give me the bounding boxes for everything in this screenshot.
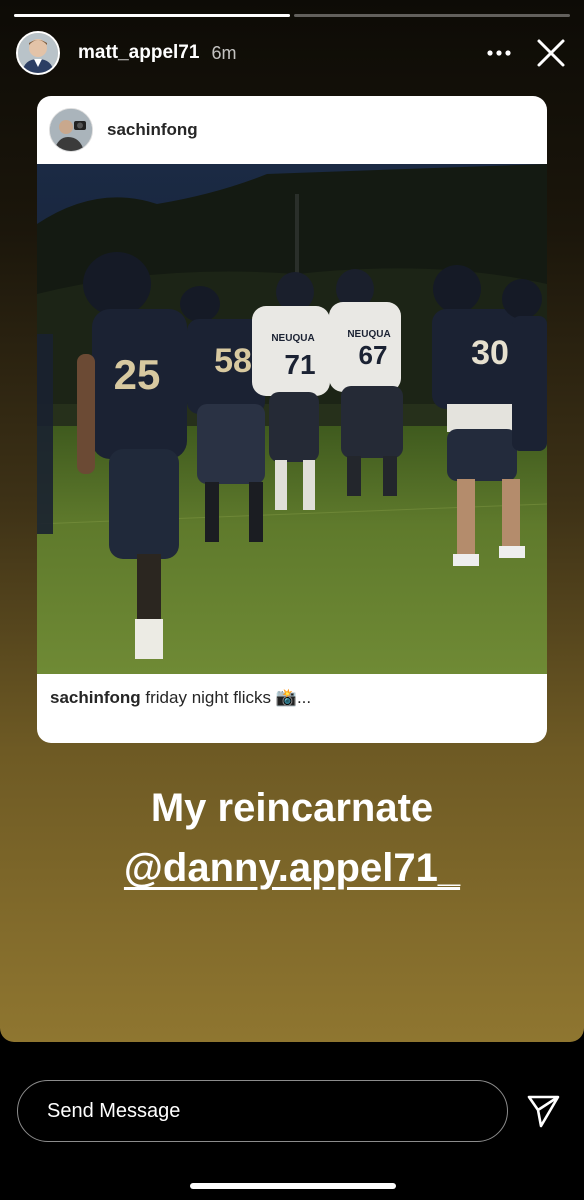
paper-plane-icon[interactable]: [525, 1092, 561, 1128]
svg-text:71: 71: [284, 349, 315, 380]
close-icon[interactable]: [534, 36, 568, 70]
story-viewer[interactable]: matt_appel71 6m sachinfong 25 58 NEUQUA …: [0, 0, 584, 1042]
svg-text:67: 67: [359, 340, 388, 370]
svg-text:NEUQUA: NEUQUA: [271, 333, 314, 344]
author-username[interactable]: matt_appel71: [78, 42, 199, 64]
shared-post-username[interactable]: sachinfong: [107, 120, 198, 140]
send-message-input[interactable]: Send Message: [17, 1080, 508, 1142]
progress-segment: [294, 14, 570, 17]
mention-link[interactable]: @danny.appel71_: [124, 846, 460, 890]
story-mention-line: @danny.appel71_: [0, 846, 584, 891]
football-photo: 25 58 NEUQUA 71 NEUQUA 67 30: [37, 164, 547, 674]
svg-text:58: 58: [214, 342, 252, 380]
more-horizontal-icon[interactable]: [484, 38, 514, 68]
svg-text:NEUQUA: NEUQUA: [347, 329, 390, 340]
story-header: matt_appel71 6m: [16, 30, 568, 76]
shared-post-header: sachinfong: [37, 96, 547, 164]
shared-post-avatar[interactable]: [49, 108, 93, 152]
svg-text:30: 30: [471, 334, 509, 372]
caption-text: friday night flicks 📸...: [140, 688, 312, 707]
story-progress-bars: [14, 14, 570, 17]
player-figure: [37, 334, 53, 534]
shared-post-card[interactable]: sachinfong 25 58 NEUQUA 71 NEUQUA 67 30 …: [37, 96, 547, 743]
home-indicator: [190, 1183, 396, 1189]
post-time: 6m: [211, 42, 237, 63]
carousel-icon: [505, 112, 533, 140]
progress-fill: [14, 14, 290, 17]
caption-username[interactable]: sachinfong: [50, 688, 141, 707]
progress-segment: [14, 14, 290, 17]
reply-bar: Send Message: [0, 1042, 584, 1200]
shared-post-caption: sachinfong friday night flicks 📸...: [50, 688, 311, 708]
story-text-line: My reincarnate: [150, 786, 434, 830]
author-avatar[interactable]: [16, 31, 60, 75]
svg-text:25: 25: [114, 351, 161, 398]
